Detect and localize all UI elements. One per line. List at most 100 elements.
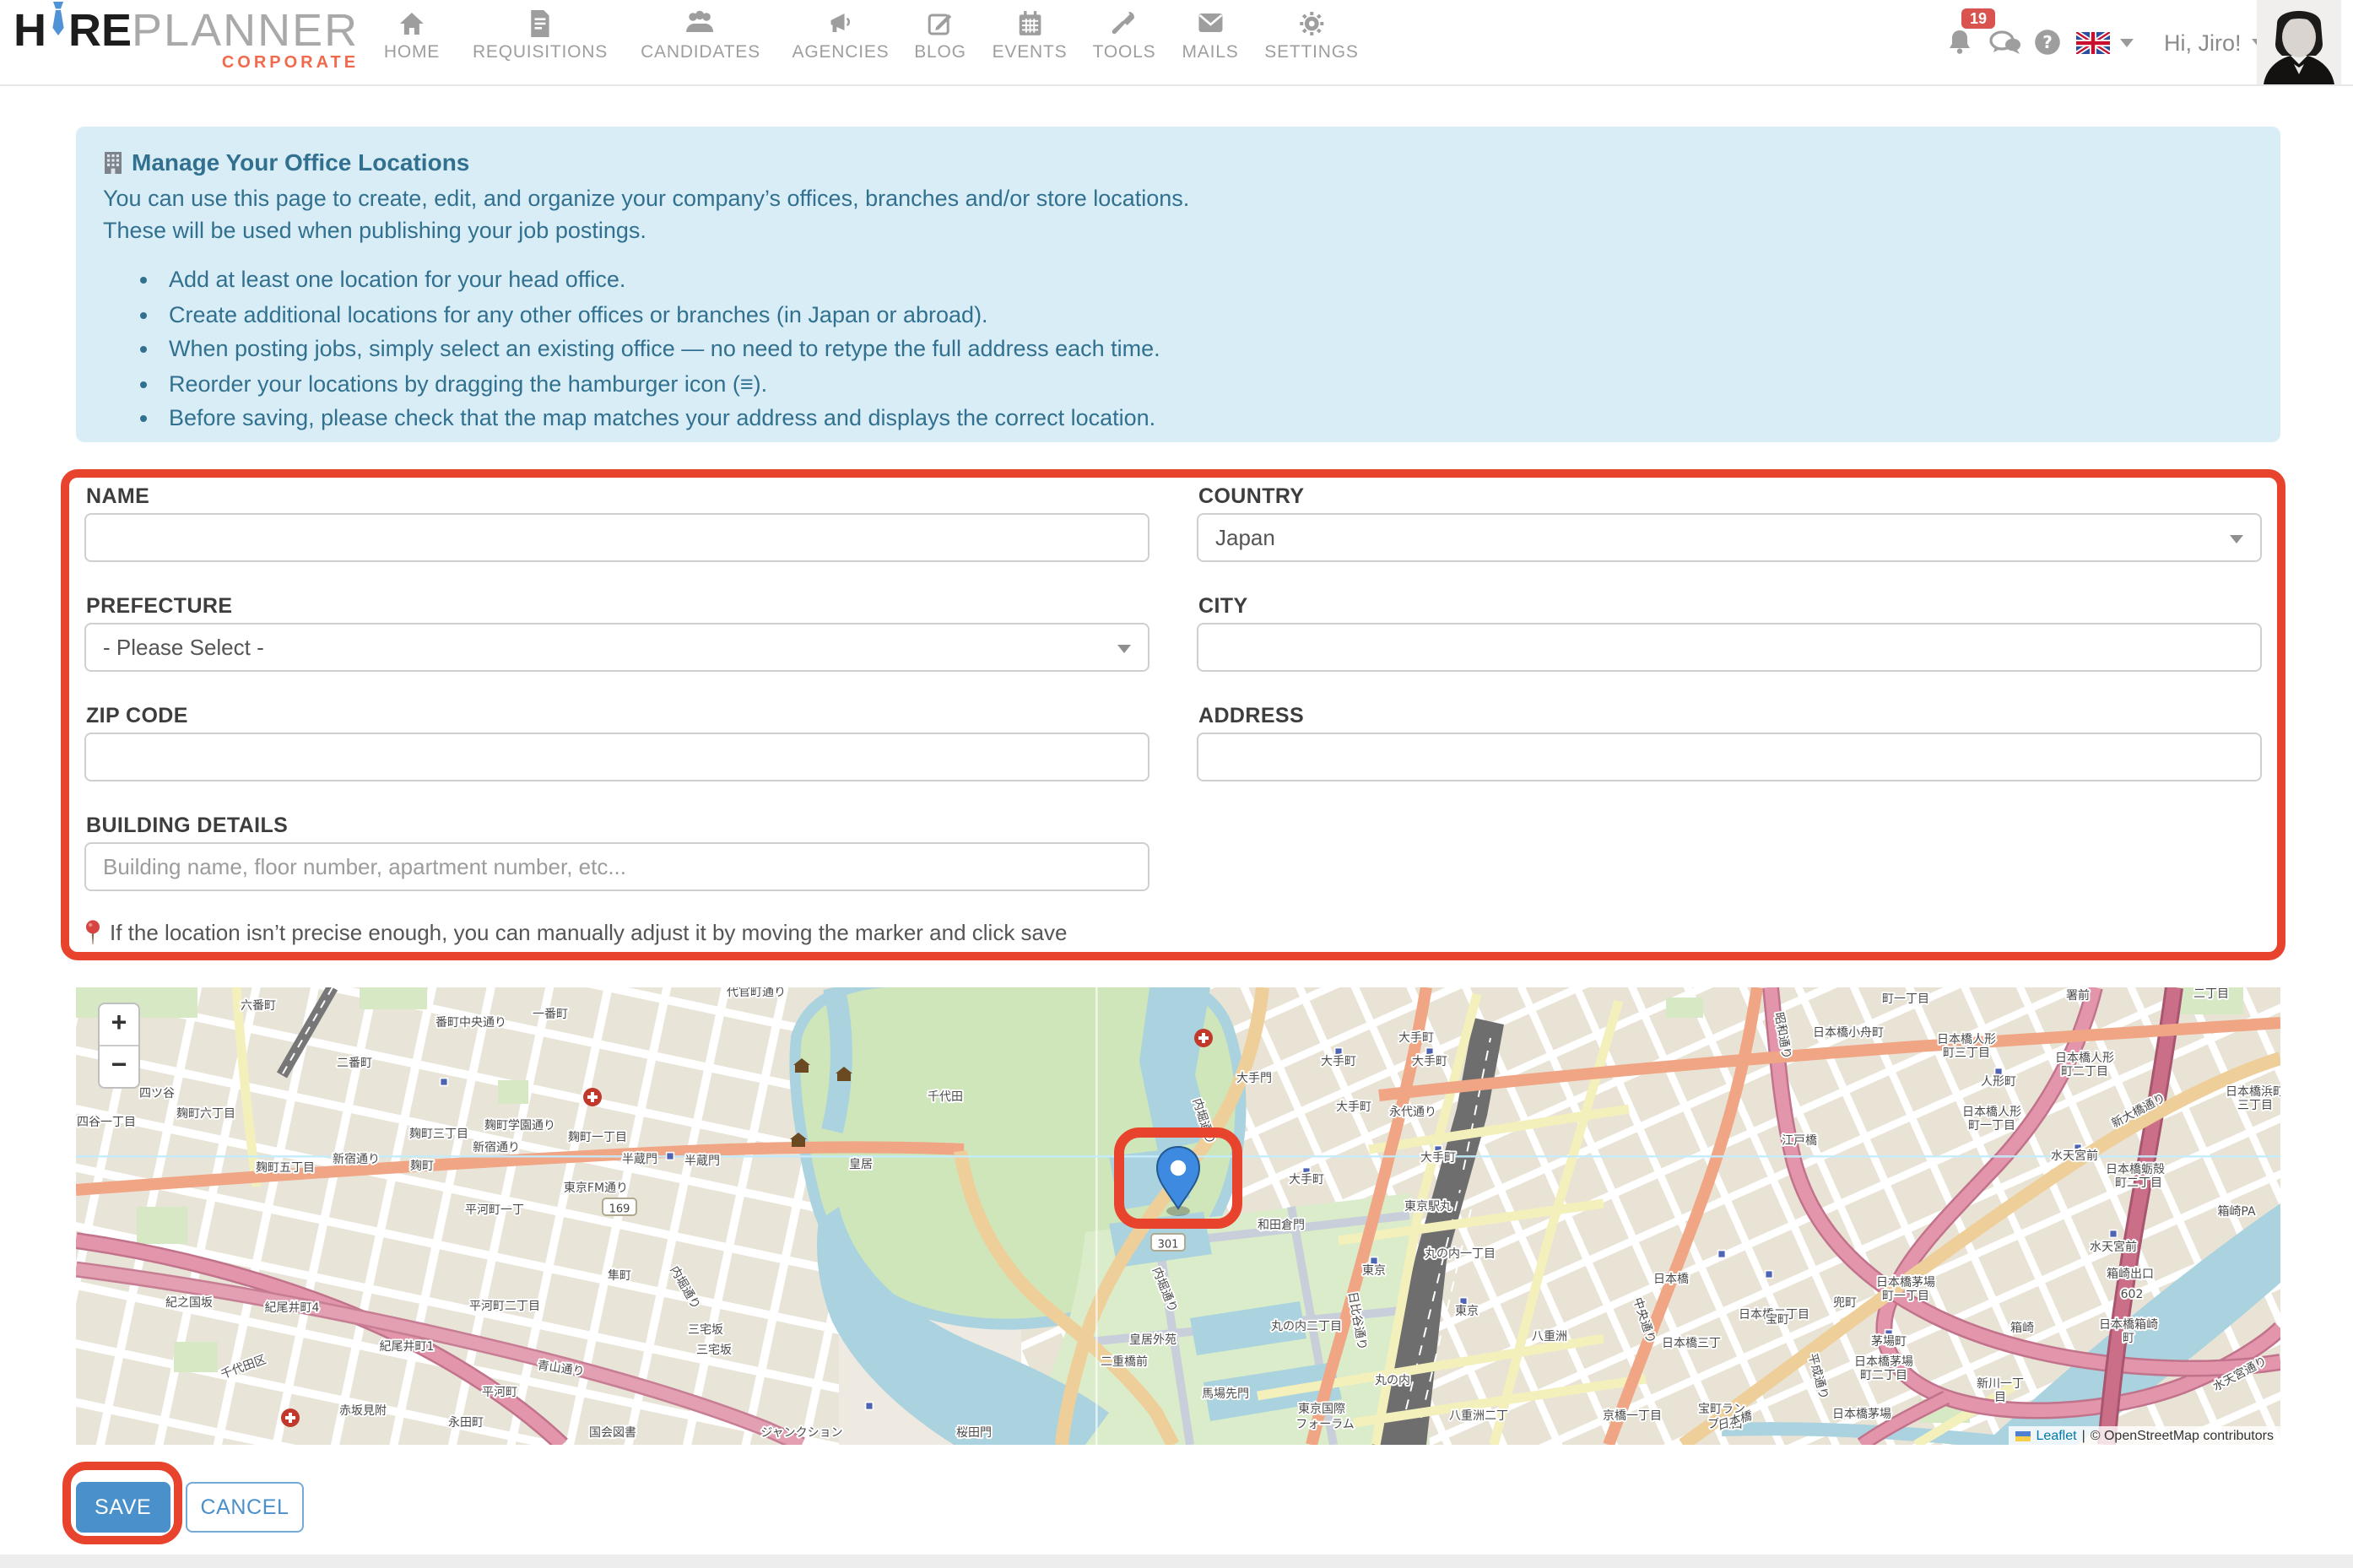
nav-requisitions-label: REQUISITIONS [473,42,608,62]
logo-text-h: H [14,8,46,52]
nav-settings[interactable]: SETTINGS [1264,8,1358,62]
map-label: 町一丁目 [1968,1119,2015,1133]
map-label: 東京国際 [1298,1403,1345,1416]
map-label: 四谷一丁目 [77,1116,136,1129]
nav-candidates-label: CANDIDATES [641,42,760,62]
nav-requisitions[interactable]: REQUISITIONS [473,8,608,62]
nav-candidates[interactable]: CANDIDATES [641,8,760,62]
map-label: 丸の内二丁目 [1271,1320,1342,1333]
instructions-line-2: These will be used when publishing your … [103,216,2253,246]
nav-tools[interactable]: TOOLS [1093,8,1156,62]
instruction-item: Add at least one location for your head … [165,263,2253,298]
zip-code-input[interactable] [84,733,1149,781]
map-label: 京橋一丁目 [1603,1409,1662,1423]
mails-icon [1182,8,1238,37]
map-label: 桜田門 [956,1426,992,1440]
chat-icon [1988,29,2022,56]
zoom-in-button[interactable]: + [100,1004,138,1045]
map-label: 新宿通り [473,1140,520,1154]
map-label: 三丁目 [2237,1099,2273,1112]
hospital-icon [1194,1029,1213,1047]
nav-events[interactable]: EVENTS [993,8,1068,62]
logo-text-planner: PLANNER [132,8,359,52]
map-label: 大手門 [1236,1072,1272,1085]
map-label: 国会図書 [589,1426,636,1440]
map-label: 丸の内一丁目 [1425,1247,1496,1261]
map-label: 平河町 [482,1386,517,1399]
map-label: 大手町 [1412,1055,1447,1068]
address-input[interactable] [1197,733,2262,781]
language-selector[interactable] [2076,0,2134,84]
station-icon [667,1153,674,1160]
map-label: 日本橋茅場 [1876,1276,1935,1290]
map-label: 八重洲 [1532,1330,1567,1344]
map-label: 町 [2123,1332,2134,1345]
user-menu[interactable]: Hi, Jiro! [2164,0,2265,84]
prefecture-selected-value: - Please Select - [103,635,264,660]
map-label: 江戸橋 [1782,1134,1817,1148]
name-input[interactable] [84,513,1149,562]
top-navigation-bar: H RE PLANNER CORPORATE HOME REQUISITIONS… [0,0,2353,86]
nav-home-label: HOME [384,42,440,62]
map-label: 番町中央通り [435,1016,506,1030]
map-label: 赤坂見附 [339,1404,387,1418]
leaflet-link[interactable]: Leaflet [2037,1428,2077,1443]
map-label: 日本橋蛎殻 [2106,1163,2165,1176]
nav-home[interactable]: HOME [384,8,440,62]
help-button[interactable]: ? [2034,0,2061,84]
chevron-down-icon [2120,38,2134,46]
hospital-icon [583,1088,602,1106]
map-label: 町一丁目 [1882,992,1929,1006]
nav-blog[interactable]: BLOG [914,8,966,62]
map-label: 日本橋茅場 [1854,1355,1913,1369]
map-label: 平河町一丁 [465,1203,524,1217]
map-label: 皇居外苑 [1129,1333,1176,1347]
map-label: 半蔵門 [684,1154,720,1168]
map-label: 麹町一丁目 [568,1130,627,1144]
map-label: 町二丁目 [2115,1176,2162,1190]
prefecture-select[interactable]: - Please Select - [84,623,1149,672]
location-map[interactable]: 301169 六番町一番町番町中央通り二番町四ツ谷麹町六丁目四谷一丁目麹町学園通… [76,987,2280,1445]
tools-icon [1093,8,1156,37]
map-label: 日本橋人形 [1962,1106,2021,1119]
notification-count-badge[interactable]: 19 [1961,8,1995,29]
map-label: 馬場先門 [1202,1387,1249,1401]
cancel-button[interactable]: CANCEL [186,1482,304,1533]
route-shield-number: 301 [1158,1239,1179,1252]
map-label: 水天宮前 [2090,1240,2137,1254]
map-label: 平河町二丁目 [469,1300,540,1313]
map-label: 麹町学園通り [484,1118,555,1133]
name-label: NAME [86,484,1149,508]
uk-flag-icon [2076,31,2110,53]
map-label: 和田倉門 [1258,1219,1305,1232]
page-title: Manage Your Office Locations [132,149,469,176]
user-avatar[interactable] [2257,0,2341,84]
building-details-input[interactable] [84,842,1149,891]
nav-mails-label: MAILS [1182,42,1238,62]
page: H RE PLANNER CORPORATE HOME REQUISITIONS… [0,0,2353,1568]
zoom-out-button[interactable]: − [100,1046,138,1087]
pushpin-icon [84,920,101,945]
country-select[interactable]: Japan [1197,513,2262,562]
save-button[interactable]: SAVE [76,1482,170,1533]
instructions-line-1: You can use this page to create, edit, a… [103,184,2253,214]
station-icon [1766,1271,1773,1279]
station-icon [1718,1251,1726,1258]
instruction-item: Reorder your locations by dragging the h… [165,367,2253,402]
map-label: 日本橋箱崎 [2099,1318,2158,1332]
osm-attribution[interactable]: © OpenStreetMap contributors [2091,1428,2274,1443]
nav-mails[interactable]: MAILS [1182,8,1238,62]
map-label: 日本橋三丁 [1662,1337,1721,1350]
logo-text-re: RE [68,8,132,52]
castle-base [792,1139,805,1147]
hireplanner-logo[interactable]: H RE PLANNER CORPORATE [14,8,359,76]
map-label: フォーラム [1296,1418,1355,1431]
route-shield: 301 [1151,1234,1185,1252]
city-input[interactable] [1197,623,2262,672]
map-label: 麹町五丁目 [256,1160,315,1175]
ukraine-flag-icon [2016,1430,2031,1441]
nav-agencies[interactable]: AGENCIES [792,8,890,62]
map-label: 紀之国坂 [165,1296,213,1310]
nav-settings-label: SETTINGS [1264,42,1358,62]
map-label: 東京FM通り [564,1181,628,1195]
